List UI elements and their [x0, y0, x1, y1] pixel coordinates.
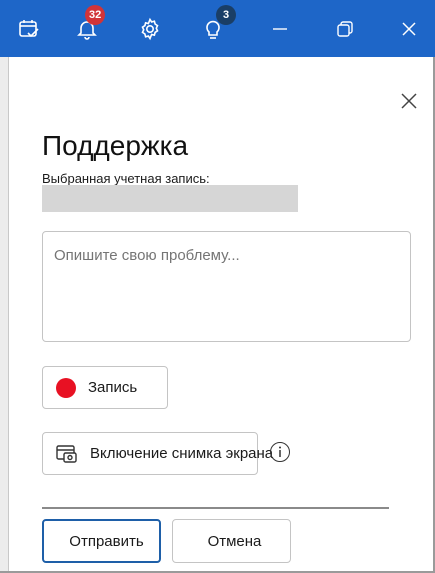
screenshot-icon — [56, 444, 78, 464]
account-value — [42, 185, 298, 212]
send-button[interactable]: Отправить — [42, 519, 161, 563]
close-icon — [400, 20, 418, 38]
page-title: Поддержка — [42, 130, 189, 161]
settings-button[interactable] — [121, 0, 179, 57]
tips-button[interactable]: 3 — [184, 0, 242, 57]
minimize-icon — [271, 20, 289, 38]
account-label: Выбранная учетная запись: — [42, 171, 210, 186]
notifications-button[interactable]: 32 — [58, 0, 116, 57]
record-label: Запись — [88, 379, 138, 396]
screenshot-label: Включение снимка экрана — [90, 445, 274, 462]
info-icon[interactable] — [270, 442, 290, 462]
cancel-label: Отмена — [207, 532, 262, 550]
restore-icon — [336, 20, 354, 38]
tips-badge: 3 — [216, 5, 236, 25]
title-bar: 32 3 — [0, 0, 435, 57]
record-button[interactable]: Запись — [42, 366, 168, 409]
close-window-button[interactable] — [380, 0, 435, 57]
window-frame-left — [0, 57, 9, 573]
notifications-badge: 32 — [85, 5, 106, 25]
screenshot-button[interactable]: Включение снимка экрана — [42, 432, 273, 475]
send-label: Отправить — [69, 532, 144, 550]
cancel-button[interactable]: Отмена — [172, 519, 291, 563]
record-icon — [56, 377, 76, 398]
description-input[interactable] — [42, 231, 411, 342]
calendar-check-icon — [18, 18, 40, 40]
restore-button[interactable] — [316, 0, 374, 57]
close-pane-button[interactable] — [396, 90, 422, 116]
gear-icon — [138, 17, 162, 41]
close-icon — [400, 92, 418, 115]
calendar-check-button[interactable] — [0, 0, 58, 57]
minimize-button[interactable] — [251, 0, 309, 57]
divider — [42, 507, 389, 509]
